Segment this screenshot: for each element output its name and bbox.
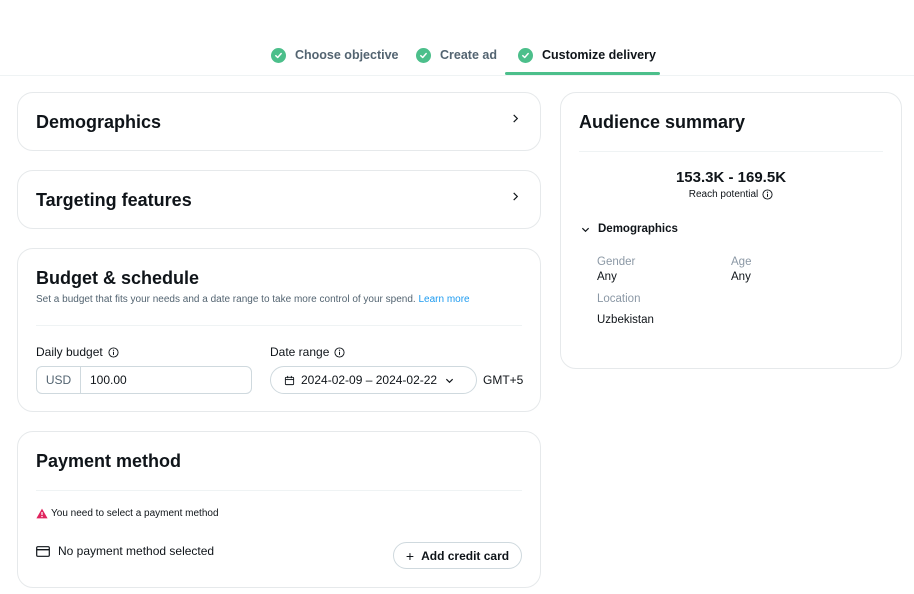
plus-icon: +	[405, 547, 415, 564]
demographics-title: Demographics	[36, 112, 162, 132]
step-label: Create ad	[440, 48, 497, 62]
daily-budget-label-text: Daily budget	[36, 345, 103, 359]
currency-label: USD	[37, 367, 81, 393]
add-credit-card-label: Add credit card	[421, 548, 510, 563]
location-value: Uzbekistan	[597, 314, 654, 326]
targeting-features-title: Targeting features	[36, 190, 192, 210]
info-icon[interactable]	[762, 189, 773, 200]
warning-icon	[36, 508, 48, 519]
divider	[579, 151, 883, 152]
step-label: Choose objective	[295, 48, 399, 62]
budget-schedule-card: Budget & schedule Set a budget that fits…	[17, 248, 541, 412]
payment-method-status: No payment method selected	[36, 544, 214, 558]
divider	[36, 490, 522, 491]
step-label: Customize delivery	[542, 48, 656, 62]
divider	[36, 325, 522, 326]
demographics-toggle[interactable]: Demographics	[581, 223, 678, 235]
budget-description: Set a budget that fits your needs and a …	[36, 294, 470, 305]
budget-schedule-title: Budget & schedule	[36, 268, 200, 288]
payment-warning-text: You need to select a payment method	[51, 508, 219, 519]
chevron-down-icon	[446, 378, 454, 383]
step-choose-objective[interactable]: Choose objective	[271, 45, 399, 65]
learn-more-link[interactable]: Learn more	[418, 294, 469, 305]
audience-summary-card: Audience summary 153.3K - 169.5K Reach p…	[560, 92, 902, 369]
chevron-down-icon	[581, 227, 590, 232]
reach-potential-label: Reach potential	[561, 189, 901, 200]
info-icon[interactable]	[334, 346, 345, 358]
daily-budget-input[interactable]: USD 100.00	[36, 366, 252, 394]
check-icon	[518, 47, 533, 63]
credit-card-icon	[36, 545, 50, 557]
check-icon	[271, 47, 286, 63]
step-customize-delivery[interactable]: Customize delivery	[518, 45, 656, 65]
gender-label: Gender	[597, 256, 636, 268]
chevron-right-icon	[513, 114, 519, 123]
timezone-label: GMT+5	[483, 373, 524, 387]
budget-description-text: Set a budget that fits your needs and a …	[36, 294, 416, 305]
payment-method-title: Payment method	[36, 451, 182, 471]
gender-value: Any	[597, 271, 617, 283]
info-icon[interactable]	[108, 346, 119, 358]
targeting-features-card[interactable]: Targeting features	[17, 170, 541, 229]
payment-warning: You need to select a payment method	[36, 508, 219, 519]
payment-method-status-text: No payment method selected	[58, 544, 215, 558]
audience-summary-title: Audience summary	[579, 112, 746, 132]
date-range-value: 2024-02-09 – 2024-02-22	[301, 373, 438, 387]
date-range-label: Date range	[270, 345, 345, 359]
age-label: Age	[731, 256, 752, 268]
date-range-label-text: Date range	[270, 345, 330, 359]
demographics-card[interactable]: Demographics	[17, 92, 541, 151]
step-create-ad[interactable]: Create ad	[416, 45, 497, 65]
check-icon	[416, 47, 431, 63]
payment-method-card: Payment method You need to select a paym…	[17, 431, 541, 588]
calendar-icon	[284, 375, 295, 385]
daily-budget-label: Daily budget	[36, 345, 119, 359]
active-step-indicator	[505, 72, 660, 75]
progress-stepper: Choose objective Create ad Customize del…	[0, 0, 914, 76]
budget-amount[interactable]: 100.00	[81, 373, 127, 387]
add-credit-card-button[interactable]: + Add credit card	[393, 542, 522, 569]
demographics-toggle-label: Demographics	[598, 223, 678, 235]
age-value: Any	[731, 271, 751, 283]
reach-potential-label-text: Reach potential	[688, 189, 759, 200]
date-range-picker[interactable]: 2024-02-09 – 2024-02-22	[270, 366, 477, 394]
reach-potential-value: 153.3K - 169.5K	[675, 169, 787, 186]
location-label: Location	[597, 293, 641, 305]
chevron-right-icon	[513, 192, 519, 201]
